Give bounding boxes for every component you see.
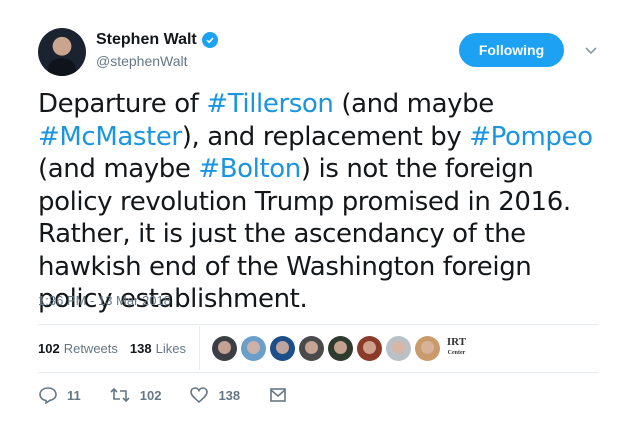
tweet-text: Departure of #Tillerson (and maybe #McMa… — [38, 88, 613, 316]
tweet-timestamp[interactable]: 1:36 PM - 13 Mar 2018 — [38, 293, 171, 308]
following-button[interactable]: Following — [459, 33, 564, 67]
liker-avatar-5[interactable] — [328, 336, 353, 361]
liker-logo-line1: IRT — [446, 336, 467, 348]
retweet-icon — [110, 387, 130, 403]
chevron-down-icon[interactable] — [583, 42, 599, 58]
liker-avatar-2[interactable] — [241, 336, 266, 361]
hashtag-link[interactable]: #Bolton — [198, 154, 301, 184]
retweet-count: 102 — [139, 387, 162, 403]
likes-count: 138 — [129, 340, 152, 356]
direct-message-button[interactable] — [268, 386, 297, 404]
tweet-text-segment: Departure of — [38, 89, 207, 119]
divider-top — [38, 324, 598, 325]
likers-avatars: IRT Center — [212, 336, 469, 361]
tweet-card: Stephen Walt @stephenWalt Following Depa… — [0, 0, 635, 435]
liker-avatar-1[interactable] — [212, 336, 237, 361]
author-handle[interactable]: @stephenWalt — [96, 53, 188, 69]
retweets-stat[interactable]: 102 Retweets — [38, 341, 118, 356]
hashtag-link[interactable]: #Tillerson — [206, 89, 334, 119]
reply-icon — [39, 387, 57, 404]
heart-icon — [190, 387, 209, 404]
author-avatar[interactable] — [38, 28, 86, 76]
likes-label: Likes — [155, 340, 186, 356]
retweets-count: 102 — [38, 340, 60, 356]
likes-stat[interactable]: 138 Likes — [130, 341, 186, 356]
liker-avatar-4[interactable] — [299, 336, 324, 361]
retweet-button[interactable]: 102 — [109, 386, 162, 404]
liker-avatar-3[interactable] — [270, 336, 295, 361]
stats-separator — [199, 326, 200, 370]
tweet-text-segment: (and maybe — [333, 89, 494, 119]
author-name-row[interactable]: Stephen Walt — [96, 31, 218, 49]
like-button[interactable]: 138 — [189, 386, 240, 404]
liker-avatar-logo[interactable]: IRT Center — [444, 336, 469, 361]
author-name[interactable]: Stephen Walt — [96, 31, 197, 49]
liker-avatar-8[interactable] — [415, 336, 440, 361]
tweet-text-segment: ), and replacement by — [181, 121, 470, 152]
like-count: 138 — [218, 387, 241, 403]
reply-count: 11 — [67, 387, 81, 403]
reply-button[interactable]: 11 — [38, 386, 81, 404]
tweet-stats: 102 Retweets 138 Likes — [38, 335, 186, 361]
tweet-text-segment: (and maybe — [38, 154, 199, 184]
divider-bottom — [38, 372, 598, 373]
hashtag-link[interactable]: #Pompeo — [469, 122, 593, 152]
liker-avatar-7[interactable] — [386, 336, 411, 361]
verified-badge-icon — [201, 32, 218, 48]
envelope-icon — [270, 388, 286, 402]
liker-avatar-6[interactable] — [357, 336, 382, 361]
liker-logo-line2: Center — [447, 350, 466, 356]
retweets-label: Retweets — [63, 340, 118, 356]
hashtag-link[interactable]: #McMaster — [38, 122, 182, 152]
tweet-actions: 11 102 138 — [38, 384, 325, 406]
